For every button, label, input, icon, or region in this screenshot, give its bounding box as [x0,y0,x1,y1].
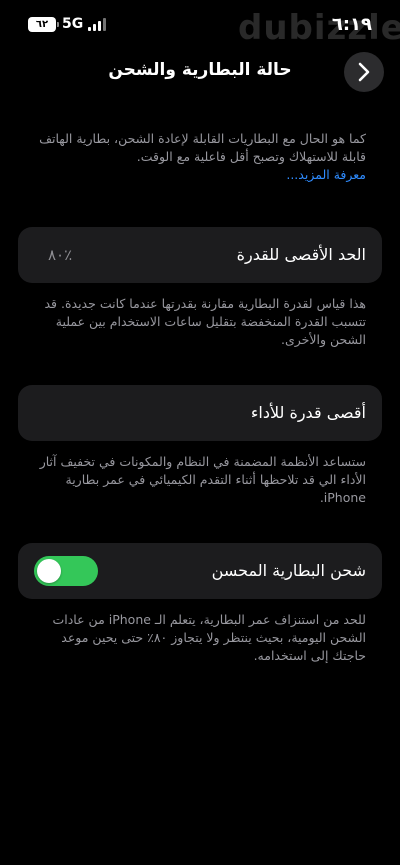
battery-indicator: ٦٢ [28,17,59,32]
peak-performance-footer: ستساعد الأنظمة المضمنة في النظام والمكون… [0,453,400,507]
signal-icon [88,18,106,31]
maximum-capacity-value: ٨٠٪ [48,246,73,264]
status-time: ٦:١٩ [331,14,372,35]
optimized-charging-description: للحد من استنزاف عمر البطارية، يتعلم الـ … [52,612,367,663]
optimized-charging-toggle[interactable] [34,556,98,586]
network-type: 5G [62,16,84,32]
peak-performance-row: أقصى قدرة للأداء [18,385,382,441]
navigation-bar: حالة البطارية والشحن [0,50,400,94]
peak-performance-description: ستساعد الأنظمة المضمنة في النظام والمكون… [39,454,366,505]
peak-performance-label: أقصى قدرة للأداء [250,403,366,422]
learn-more-link[interactable]: معرفة المزيد... [30,166,366,184]
intro-section: كما هو الحال مع البطاريات القابلة لإعادة… [0,130,400,184]
page-title: حالة البطارية والشحن [108,60,292,80]
watermark-logo: dubizzle [238,8,400,48]
intro-text: كما هو الحال مع البطاريات القابلة لإعادة… [39,131,366,164]
toggle-knob [37,559,61,583]
optimized-charging-footer: للحد من استنزاف عمر البطارية، يتعلم الـ … [0,611,400,665]
optimized-charging-label: شحن البطارية المحسن [211,561,366,580]
maximum-capacity-row: الحد الأقصى للقدرة ٨٠٪ [18,227,382,283]
status-bar: ٦٢ 5G dubizzle ٦:١٩ [0,0,400,48]
maximum-capacity-label: الحد الأقصى للقدرة [236,245,366,264]
optimized-charging-row: شحن البطارية المحسن [18,543,382,599]
battery-health-screen: ٦٢ 5G dubizzle ٦:١٩ حالة البطارية والشحن… [0,0,400,865]
maximum-capacity-description: هذا قياس لقدرة البطارية مقارنة بقدرتها ع… [44,296,366,347]
maximum-capacity-footer: هذا قياس لقدرة البطارية مقارنة بقدرتها ع… [0,295,400,349]
